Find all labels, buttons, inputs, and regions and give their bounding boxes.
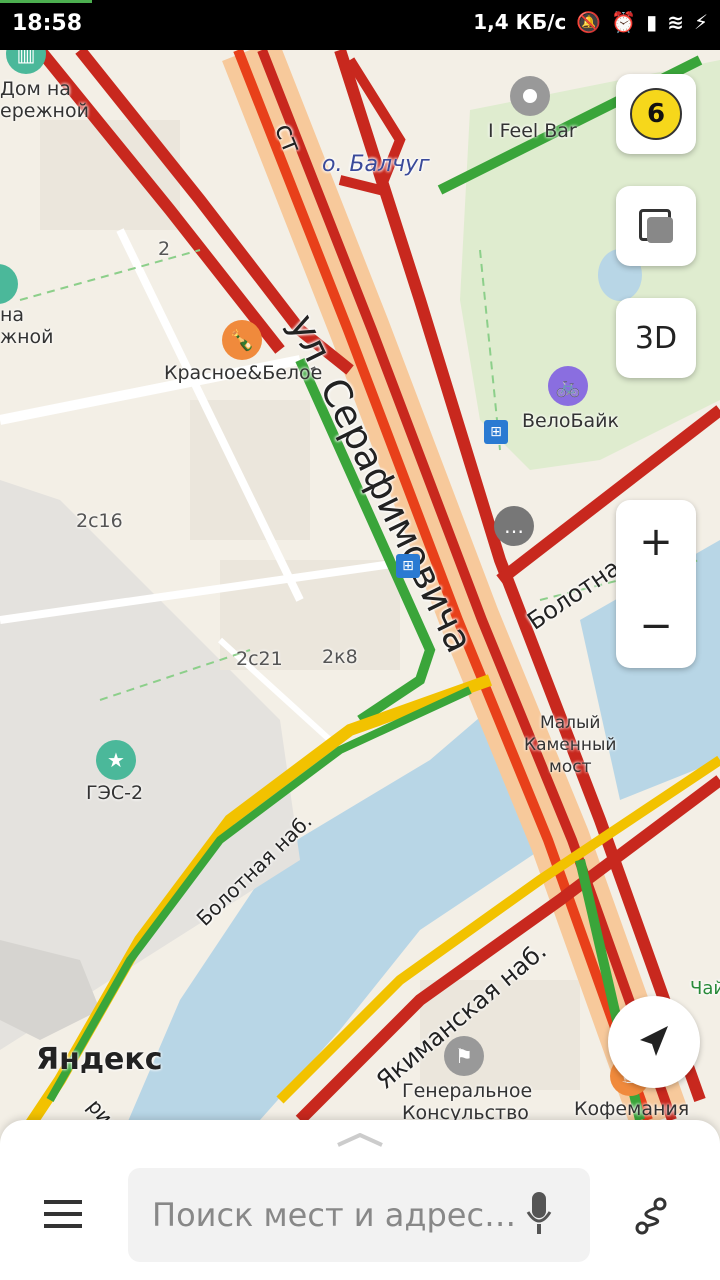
- liquor-store-icon[interactable]: 🍾: [222, 320, 262, 360]
- traffic-score-value: 6: [646, 99, 666, 129]
- zoom-in-label: +: [639, 519, 673, 565]
- poi-i-feel-bar[interactable]: I Feel Bar: [488, 120, 577, 142]
- house-number: 2: [158, 238, 171, 260]
- bicycle-icon[interactable]: 🚲: [548, 366, 588, 406]
- street-label-balchug: о. Балчуг: [322, 152, 430, 177]
- 3d-button[interactable]: 3D: [616, 298, 696, 378]
- navigation-arrow-icon: [640, 1026, 668, 1056]
- status-bar: 18:58 1,4 КБ/с 🔕 ⏰ ▮ ≋ ⚡: [0, 0, 720, 50]
- route-button[interactable]: [632, 1196, 680, 1244]
- mute-icon: 🔕: [576, 10, 602, 34]
- street-label-chay: Чай: [690, 978, 720, 999]
- alarm-icon: ⏰: [611, 10, 637, 34]
- flag-icon[interactable]: ⚑: [444, 1036, 484, 1076]
- search-placeholder: Поиск мест и адрес…: [152, 1196, 517, 1234]
- microphone-icon[interactable]: [526, 1190, 552, 1240]
- network-speed: 1,4 КБ/с: [473, 10, 567, 34]
- house-number: 2с21: [236, 648, 283, 670]
- status-progress: [0, 0, 92, 3]
- zoom-out-label: −: [639, 603, 673, 649]
- bar-icon[interactable]: [510, 76, 550, 116]
- poi-kofemania[interactable]: Кофемания: [574, 1098, 689, 1120]
- house-number: 2к8: [322, 646, 358, 668]
- map-view[interactable]: ул. Серафимовича Болотная наб. Болотная …: [0, 50, 720, 1280]
- menu-button[interactable]: [44, 1200, 84, 1230]
- panel-handle-icon[interactable]: [336, 1132, 384, 1147]
- layers-button[interactable]: [616, 186, 696, 266]
- poi-dom-left[interactable]: на жной: [0, 304, 54, 348]
- my-location-button[interactable]: [608, 996, 700, 1088]
- layers-icon: [639, 209, 673, 243]
- poi-krasnoe-beloe[interactable]: Красное&Белое: [164, 362, 322, 384]
- menu-icon: [44, 1200, 82, 1204]
- zoom-out-button[interactable]: −: [616, 584, 696, 668]
- signal-icon: ▮: [646, 10, 658, 34]
- chat-icon[interactable]: …: [494, 506, 534, 546]
- poi-consulate[interactable]: Генеральное Консульство: [402, 1080, 532, 1124]
- wifi-icon: ≋: [667, 10, 684, 34]
- house-number: 2с16: [76, 510, 123, 532]
- search-box[interactable]: Поиск мест и адрес…: [128, 1168, 590, 1262]
- route-icon: [635, 1197, 667, 1235]
- bus-stop-icon[interactable]: ⊞: [396, 554, 420, 578]
- map-canvas: [0, 50, 720, 1280]
- poi-velobike[interactable]: ВелоБайк: [522, 410, 619, 432]
- zoom-in-button[interactable]: +: [616, 500, 696, 584]
- zoom-controls: + −: [616, 500, 696, 668]
- 3d-label: 3D: [634, 320, 678, 356]
- bridge-label: Малый Каменный мост: [524, 713, 617, 777]
- star-icon[interactable]: ★: [96, 740, 136, 780]
- poi-dom-na-naberezhnoy[interactable]: Дом на ережной: [0, 78, 89, 122]
- bus-stop-icon[interactable]: ⊞: [484, 420, 508, 444]
- poi-ges2[interactable]: ГЭС-2: [86, 782, 143, 804]
- bottom-panel: Поиск мест и адрес…: [0, 1120, 720, 1280]
- yandex-logo: Яндекс: [36, 1042, 163, 1077]
- status-time: 18:58: [12, 11, 83, 36]
- charging-icon: ⚡: [693, 10, 708, 34]
- traffic-score-button[interactable]: 6: [616, 74, 696, 154]
- traffic-score-badge: 6: [630, 88, 682, 140]
